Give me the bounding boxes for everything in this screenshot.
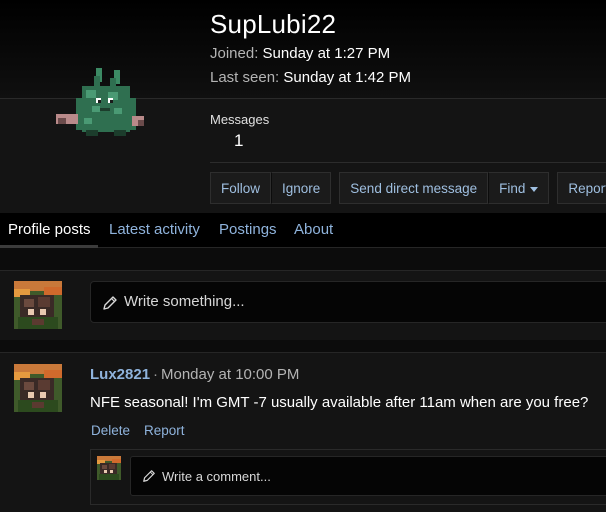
comment-user-avatar[interactable] [97,456,121,480]
joined-info: Joined: Sunday at 1:27 PM [210,45,390,62]
post-meta-separator: · [153,366,158,383]
messages-count[interactable]: 1 [234,131,243,151]
profile-avatar[interactable] [48,62,148,146]
tab-latest-activity[interactable]: Latest activity [109,221,200,238]
current-user-avatar[interactable] [14,281,62,329]
pencil-icon [143,470,155,482]
tab-postings[interactable]: Postings [219,221,277,238]
tab-profile-posts[interactable]: Profile posts [8,221,91,238]
post-author-link[interactable]: Lux2821 [90,366,150,383]
post-timestamp[interactable]: Monday at 10:00 PM [161,366,299,383]
write-something-placeholder: Write something... [124,293,245,310]
send-direct-message-button[interactable]: Send direct message [339,172,489,204]
joined-value: Sunday at 1:27 PM [262,45,391,62]
ignore-button[interactable]: Ignore [271,172,332,204]
post-body-text: NFE seasonal! I'm GMT -7 usually availab… [90,394,589,411]
active-tab-indicator [0,245,98,248]
profile-username: SupLubi22 [210,9,337,39]
follow-ignore-group: Follow Ignore [210,172,332,204]
report-post-link[interactable]: Report [144,423,185,438]
caret-down-icon [530,186,539,192]
last-seen-info: Last seen: Sunday at 1:42 PM [210,69,411,86]
profile-page: SupLubi22 Joined: Sunday at 1:27 PM Last… [0,0,606,512]
spacer [0,249,606,270]
joined-label: Joined: [210,45,259,62]
last-seen-value: Sunday at 1:42 PM [283,69,411,86]
profile-actions: Follow Ignore Send direct message Find R… [210,172,606,204]
find-label: Find [499,181,526,196]
post-author-avatar[interactable] [14,364,62,412]
find-button[interactable]: Find [488,172,550,204]
follow-button[interactable]: Follow [210,172,272,204]
delete-post-link[interactable]: Delete [91,423,130,438]
report-profile-button[interactable]: Report [557,172,606,204]
dm-find-group: Send direct message Find [339,172,550,204]
spacer [0,340,606,352]
pencil-icon [103,296,117,310]
write-comment-placeholder: Write a comment... [162,469,271,484]
tab-about[interactable]: About [294,221,333,238]
profile-tabs: Profile posts Latest activity Postings A… [0,213,606,248]
messages-label: Messages [210,112,270,127]
actions-divider [210,162,606,163]
last-seen-label: Last seen: [210,69,280,86]
